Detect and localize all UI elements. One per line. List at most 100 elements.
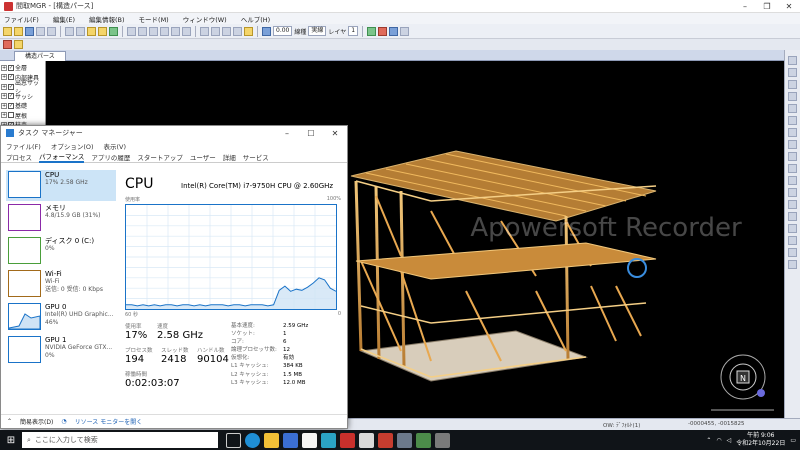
- redo-icon[interactable]: [76, 26, 85, 36]
- maximize-icon[interactable]: ☐: [299, 129, 323, 138]
- beam-icon[interactable]: [160, 26, 169, 36]
- minimize-icon[interactable]: –: [734, 2, 756, 11]
- text-icon[interactable]: [233, 26, 242, 36]
- recorder-app-icon[interactable]: [416, 432, 431, 448]
- sidebar-item-disk[interactable]: ディスク 0 (C:) 0%: [6, 236, 116, 267]
- tab-app-history[interactable]: アプリの履歴: [91, 152, 130, 162]
- app-l-icon[interactable]: [321, 432, 336, 448]
- zoom-in-icon[interactable]: [788, 80, 797, 89]
- menu-help[interactable]: ヘルプ(H): [241, 14, 270, 24]
- cut-icon[interactable]: [87, 26, 96, 36]
- tab-processes[interactable]: プロセス: [6, 152, 32, 162]
- layer-item[interactable]: + ✓ 全層: [1, 63, 44, 73]
- view-3d-icon[interactable]: [367, 26, 377, 36]
- layer-item[interactable]: + ✓ 基礎: [1, 101, 44, 111]
- expand-icon[interactable]: +: [1, 74, 7, 81]
- snapshot-icon[interactable]: [788, 260, 797, 269]
- checkbox[interactable]: ✓: [8, 64, 14, 71]
- camera-icon[interactable]: [788, 200, 797, 209]
- menu-window[interactable]: ウィンドウ(W): [183, 14, 227, 24]
- print-icon[interactable]: [36, 26, 45, 36]
- wall-icon[interactable]: [138, 26, 147, 36]
- fewer-details-link[interactable]: 簡易表示(D): [20, 417, 53, 426]
- section-icon[interactable]: [788, 224, 797, 233]
- structure-icon[interactable]: [389, 26, 399, 36]
- new-file-icon[interactable]: [3, 26, 12, 36]
- menu-edit-info[interactable]: 編集情報(B): [89, 14, 125, 24]
- open-resource-monitor-link[interactable]: リソース モニターを開く: [75, 417, 143, 426]
- checkbox[interactable]: ✓: [8, 74, 14, 81]
- expand-icon[interactable]: +: [1, 112, 7, 119]
- maximize-icon[interactable]: ❐: [756, 2, 778, 11]
- chevron-up-icon[interactable]: ⌃: [7, 418, 12, 425]
- circle-icon[interactable]: [222, 26, 231, 36]
- undo-icon[interactable]: [65, 26, 74, 36]
- tab-structure-perspective[interactable]: 構造パース: [14, 51, 66, 61]
- wireframe-icon[interactable]: [788, 164, 797, 173]
- checkbox[interactable]: ✓: [8, 102, 14, 109]
- walk-icon[interactable]: [788, 212, 797, 221]
- task-view-icon[interactable]: [226, 432, 241, 448]
- tab-details[interactable]: 詳細: [223, 152, 236, 162]
- roof-icon[interactable]: [171, 26, 180, 36]
- front-view-icon[interactable]: [788, 128, 797, 137]
- sidebar-item-wifi[interactable]: Wi-Fi Wi-Fi 送信: 0 受信: 0 Kbps: [6, 269, 116, 300]
- expand-icon[interactable]: +: [1, 64, 7, 71]
- export-icon[interactable]: [788, 248, 797, 257]
- zoom-out-icon[interactable]: [788, 92, 797, 101]
- preview-icon[interactable]: [47, 26, 56, 36]
- iso-view-icon[interactable]: [788, 152, 797, 161]
- sidebar-item-gpu0[interactable]: GPU 0 Intel(R) UHD Graphic... 46%: [6, 302, 116, 333]
- security-app-icon[interactable]: [340, 432, 355, 448]
- document-app-icon[interactable]: [359, 432, 374, 448]
- copy-icon[interactable]: [98, 26, 107, 36]
- grid-icon[interactable]: [127, 26, 136, 36]
- close-icon[interactable]: ✕: [323, 129, 347, 138]
- expand-icon[interactable]: +: [1, 102, 7, 109]
- home-icon[interactable]: [3, 40, 12, 49]
- rect-icon[interactable]: [211, 26, 220, 36]
- settings-icon[interactable]: [400, 26, 410, 36]
- tm-menu-file[interactable]: ファイル(F): [6, 141, 41, 151]
- shaded-icon[interactable]: [788, 176, 797, 185]
- tm-menu-options[interactable]: オプション(O): [51, 141, 94, 151]
- navigation-compass-icon[interactable]: N: [711, 354, 774, 411]
- layer-select[interactable]: 1: [348, 26, 359, 36]
- minimize-icon[interactable]: –: [275, 129, 299, 138]
- open-folder-icon[interactable]: [14, 26, 23, 36]
- menu-mode[interactable]: モード(M): [139, 14, 169, 24]
- tab-services[interactable]: サービス: [243, 152, 269, 162]
- zoom-value-field[interactable]: 0.00: [273, 26, 293, 36]
- wifi-icon[interactable]: ◠: [716, 437, 721, 444]
- sidebar-item-gpu1[interactable]: GPU 1 NVIDIA GeForce GTX... 0%: [6, 335, 116, 366]
- close-icon[interactable]: ✕: [778, 2, 800, 11]
- checkbox[interactable]: ✓: [8, 83, 14, 90]
- edge-browser-icon[interactable]: [245, 432, 260, 448]
- light-icon[interactable]: [788, 188, 797, 197]
- stair-icon[interactable]: [182, 26, 191, 36]
- layer-item[interactable]: + ✓ 出窓サッシ: [1, 80, 44, 96]
- tab-startup[interactable]: スタートアップ: [137, 152, 183, 162]
- menu-file[interactable]: ファイル(F): [4, 14, 39, 24]
- expand-icon[interactable]: +: [1, 93, 7, 100]
- task-manager-taskbar-icon[interactable]: [397, 432, 412, 448]
- save-icon[interactable]: [25, 26, 34, 36]
- misc-app-icon[interactable]: [435, 432, 450, 448]
- dimension-icon[interactable]: [244, 26, 253, 36]
- line-icon[interactable]: [200, 26, 209, 36]
- layer-icon[interactable]: [14, 40, 23, 49]
- zoom-icon[interactable]: [262, 26, 271, 36]
- tray-overflow-icon[interactable]: ⌃: [706, 437, 711, 444]
- fit-view-icon[interactable]: [788, 104, 797, 113]
- notification-icon[interactable]: ▭: [790, 437, 796, 444]
- file-explorer-icon[interactable]: [264, 432, 279, 448]
- top-view-icon[interactable]: [788, 116, 797, 125]
- line-style-select[interactable]: 実線: [308, 26, 327, 36]
- mail-icon[interactable]: [302, 432, 317, 448]
- tab-performance[interactable]: パフォーマンス: [39, 151, 85, 163]
- rotate-icon[interactable]: [788, 68, 797, 77]
- menu-edit[interactable]: 編集(E): [53, 14, 75, 24]
- render-icon[interactable]: [378, 26, 388, 36]
- sidebar-item-cpu[interactable]: CPU 17% 2.58 GHz: [6, 170, 116, 201]
- taskbar-clock[interactable]: 午前 9:06 令和2年10月22日: [736, 432, 785, 448]
